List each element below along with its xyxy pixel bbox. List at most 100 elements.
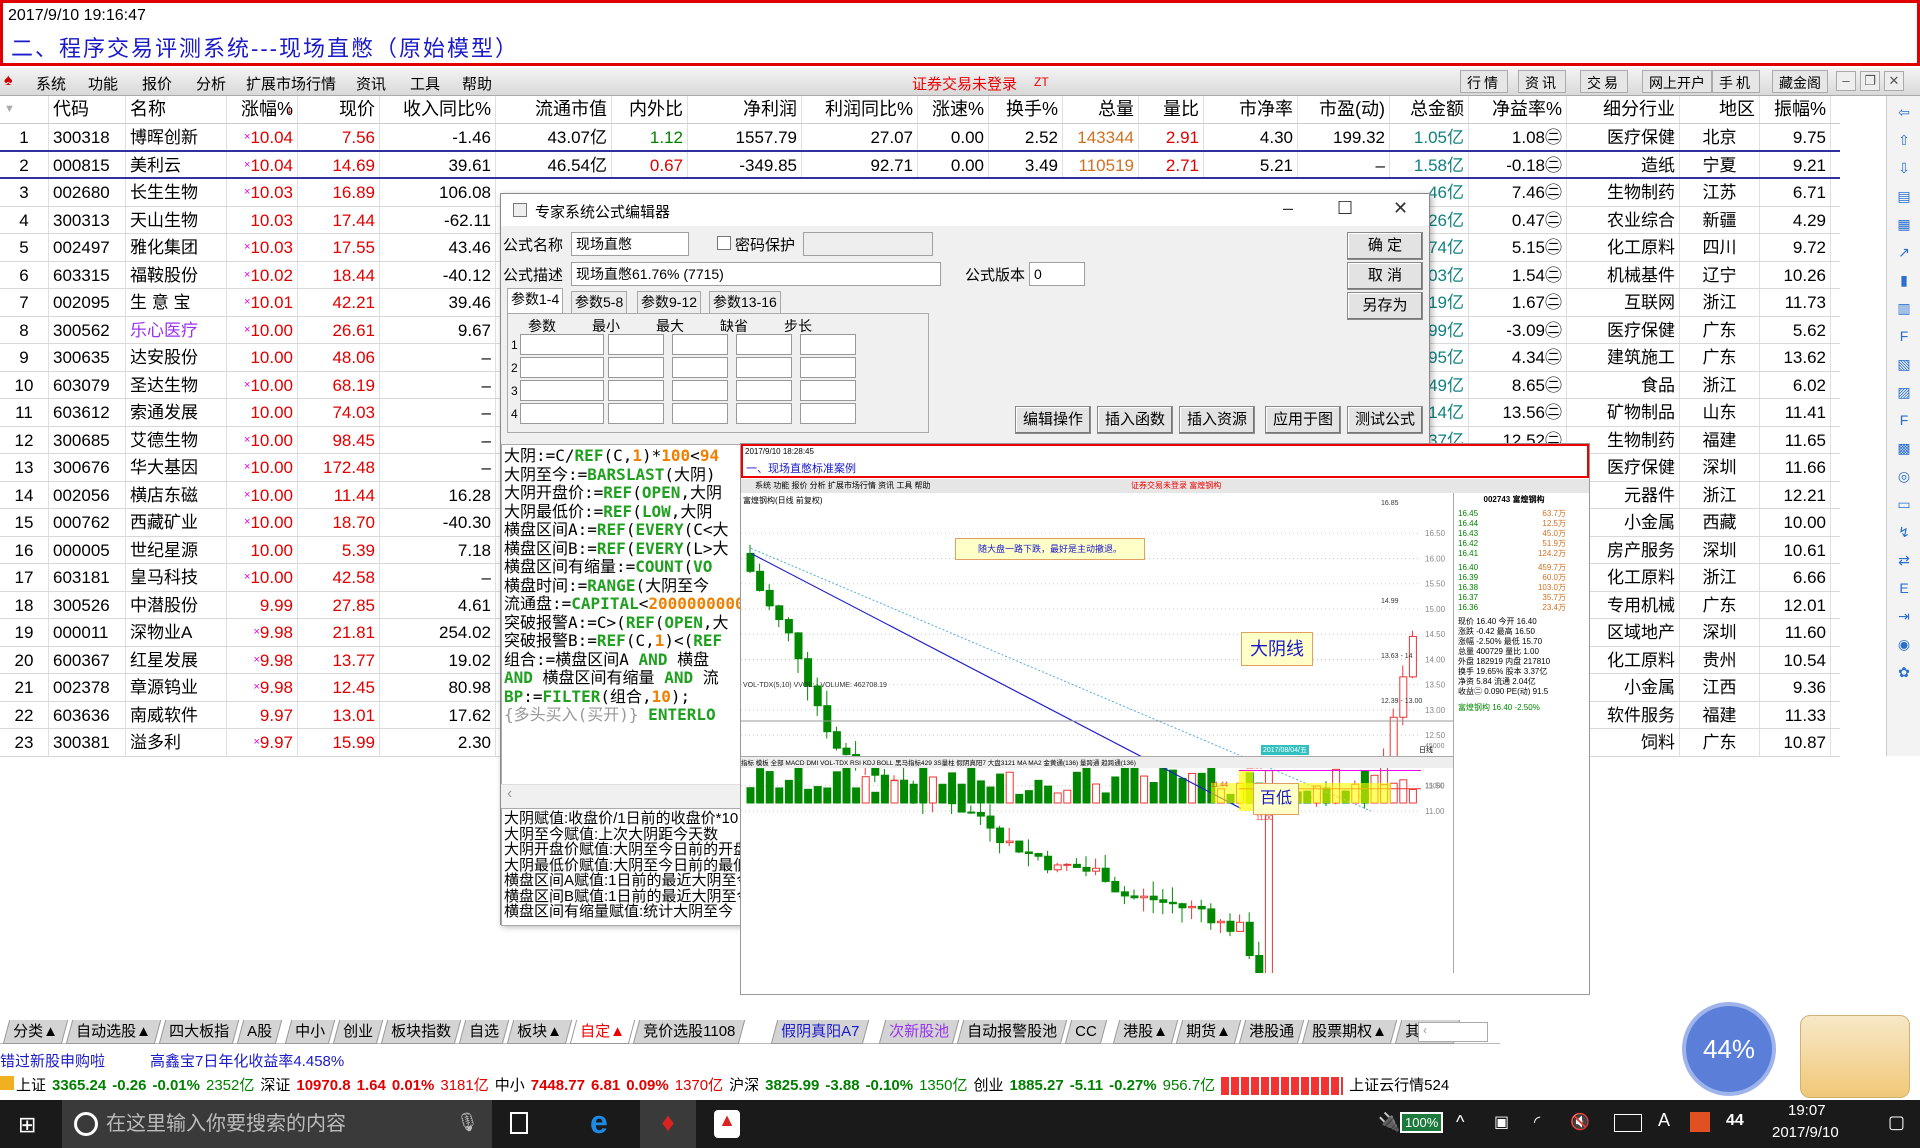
bottom-tab[interactable]: 港股通 [1238, 1020, 1305, 1044]
app-tray-icon[interactable] [1690, 1112, 1710, 1132]
battery-indicator[interactable]: 100% [1400, 1112, 1444, 1133]
circle-icon[interactable]: ◎ [1894, 466, 1914, 486]
tab-params-5-8[interactable]: 参数5-8 [571, 291, 628, 313]
clock-time[interactable]: 19:07 [1788, 1102, 1826, 1119]
column-header-name[interactable]: 名称 [126, 96, 227, 123]
list-icon[interactable]: ▤ [1894, 186, 1914, 206]
bottom-tab[interactable]: 港股▲ [1112, 1020, 1179, 1044]
task-view-icon[interactable] [510, 1112, 528, 1134]
column-header-spd[interactable]: 涨速% [918, 96, 989, 123]
param-input[interactable] [608, 380, 664, 401]
menu-analysis[interactable]: 分析 [196, 73, 226, 94]
param-input[interactable] [520, 357, 604, 378]
column-header-io[interactable]: 内外比 [612, 96, 688, 123]
password-input[interactable] [803, 232, 933, 256]
bottom-tab[interactable]: CC [1064, 1020, 1107, 1044]
column-header-roe[interactable]: 净益率% [1469, 96, 1567, 123]
bottom-tab[interactable]: 板块指数 [380, 1020, 462, 1044]
login-status[interactable]: 证券交易未登录 [912, 73, 1017, 94]
mute-volume-icon[interactable]: 🔇 [1570, 1112, 1590, 1132]
param-input[interactable] [520, 380, 604, 401]
formula-version-input[interactable]: 0 [1029, 262, 1085, 286]
cortana-icon[interactable] [74, 1112, 98, 1136]
column-header-npy[interactable]: 利润同比% [802, 96, 918, 123]
menu-quote[interactable]: 报价 [142, 73, 172, 94]
show-hidden-icons[interactable]: ^ [1456, 1112, 1464, 1133]
restore-button[interactable]: ❐ [1860, 71, 1880, 91]
index-name[interactable]: 创业 [973, 1077, 1003, 1094]
tabs-scrollbar[interactable]: ‹ [1418, 1022, 1488, 1042]
column-header-pb[interactable]: 市净率 [1204, 96, 1298, 123]
candle-icon[interactable]: ▮ [1894, 270, 1914, 290]
clock-date[interactable]: 2017/9/10 [1772, 1124, 1839, 1141]
ok-button[interactable]: 确 定 [1347, 232, 1423, 260]
close-button[interactable]: ✕ [1884, 71, 1904, 91]
flow-icon[interactable]: ↯ [1894, 522, 1914, 542]
news-icon[interactable]: ▨ [1894, 382, 1914, 402]
table-row[interactable]: 2 000815 美利云 ×10.04 14.69 39.61 46.54亿 0.67 -349… [0, 151, 1840, 179]
guosen-app-icon[interactable]: ♦ [640, 1100, 696, 1148]
param-input[interactable] [520, 403, 604, 424]
menu-extended-market[interactable]: 扩展市场行情 [246, 73, 336, 94]
column-header-pe[interactable]: 市盈(动) [1298, 96, 1390, 123]
save-as-button[interactable]: 另存为 [1347, 292, 1423, 320]
column-header-turn[interactable]: 换手% [989, 96, 1063, 123]
table-row[interactable]: 1 300318 博晖创新 ×10.04 7.56 -1.46 43.07亿 1.12 1557… [0, 124, 1840, 152]
minimize-button[interactable]: – [1836, 71, 1856, 91]
column-header-price[interactable]: 现价 [298, 96, 380, 123]
index-name[interactable]: 深证 [260, 1077, 290, 1094]
menu-help[interactable]: 帮助 [462, 73, 492, 94]
param-input[interactable] [520, 334, 604, 355]
bottom-tab[interactable]: 板块▲ [506, 1020, 573, 1044]
export-icon[interactable]: ⇥ [1894, 606, 1914, 626]
column-header-rev[interactable]: 收入同比% [380, 96, 496, 123]
grid-icon[interactable]: ▦ [1894, 214, 1914, 234]
arrow-up-icon[interactable]: ⇧ [1894, 130, 1914, 150]
table-icon[interactable]: ▥ [1894, 298, 1914, 318]
param-input[interactable] [800, 380, 856, 401]
index-name[interactable]: 上证 [16, 1077, 46, 1094]
column-header-amp[interactable]: 振幅% [1760, 96, 1831, 123]
network-device-icon[interactable]: ▣ [1494, 1112, 1509, 1132]
dialog-close-icon[interactable]: ✕ [1393, 198, 1408, 219]
notification-count[interactable]: 44 [1726, 1112, 1744, 1130]
bottom-tab[interactable]: 股票期权▲ [1301, 1020, 1398, 1044]
dialog-titlebar[interactable]: 专家系统公式编辑器 – ☐ ✕ [501, 194, 1429, 226]
column-header-amt[interactable]: 总金额 [1390, 96, 1469, 123]
apply-to-chart-button[interactable]: 应用于图 [1265, 406, 1341, 434]
column-header-reg[interactable]: 地区 [1680, 96, 1760, 123]
menu-function[interactable]: 功能 [88, 73, 118, 94]
password-checkbox[interactable] [717, 236, 731, 250]
bottom-tab[interactable]: 中小 [284, 1020, 336, 1044]
column-header-ind[interactable]: 细分行业 [1567, 96, 1680, 123]
param-input[interactable] [800, 357, 856, 378]
menu-tools[interactable]: 工具 [410, 73, 440, 94]
column-header-np[interactable]: 净利润 [688, 96, 802, 123]
trading-app-icon[interactable]: ▲ [714, 1110, 740, 1138]
wifi-icon[interactable]: ◜ [1534, 1112, 1540, 1132]
tab-params-1-4[interactable]: 参数1-4 [507, 288, 564, 314]
coins-icon[interactable]: ◉ [1894, 634, 1914, 654]
column-header-vol[interactable]: 总量 [1063, 96, 1139, 123]
index-name[interactable]: 沪深 [729, 1077, 759, 1094]
param-input[interactable] [800, 334, 856, 355]
index-name[interactable]: 中小 [495, 1077, 525, 1094]
mascot-widget-icon[interactable] [1800, 1015, 1910, 1098]
cancel-button[interactable]: 取 消 [1347, 262, 1423, 290]
param-input[interactable] [800, 403, 856, 424]
news-item[interactable]: 高鑫宝7日年化收益率4.458% [150, 1050, 344, 1071]
f10-icon[interactable]: F [1894, 326, 1914, 346]
dialog-minimize-icon[interactable]: – [1283, 198, 1293, 219]
test-formula-button[interactable]: 测试公式 [1347, 406, 1423, 434]
param-input[interactable] [736, 334, 792, 355]
column-header-code[interactable]: 代码 [49, 96, 126, 123]
bottom-tab[interactable]: 四大板指 [158, 1020, 240, 1044]
edge-browser-icon[interactable]: e [590, 1104, 608, 1141]
column-header-vr[interactable]: 量比 [1139, 96, 1204, 123]
code-horizontal-scrollbar[interactable]: ‹ [501, 784, 741, 804]
cloud-status[interactable]: 上证云行情524 [1349, 1077, 1449, 1094]
param-input[interactable] [672, 380, 728, 401]
arrow-down-icon[interactable]: ⇩ [1894, 158, 1914, 178]
settings-icon[interactable]: ✿ [1894, 662, 1914, 682]
line-chart-icon[interactable]: ↗ [1894, 242, 1914, 262]
